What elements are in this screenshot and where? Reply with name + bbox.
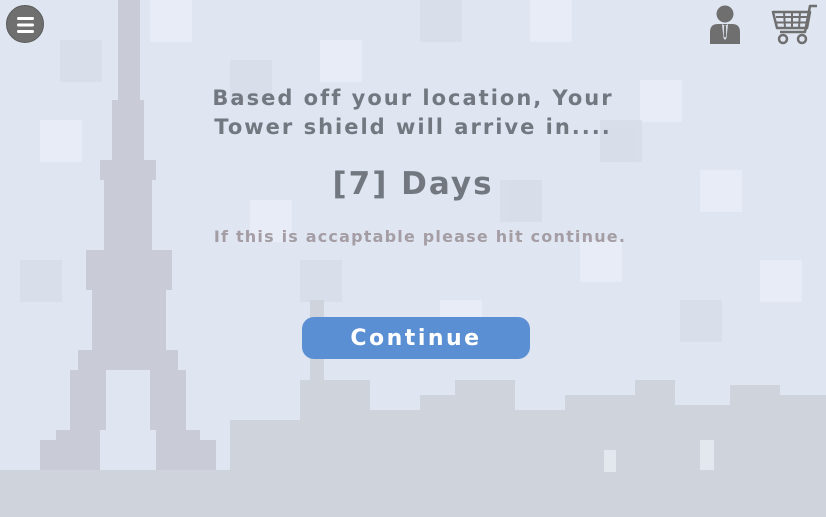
account-button[interactable] [709, 4, 741, 44]
menu-button[interactable] [6, 5, 44, 43]
cart-button[interactable] [770, 4, 818, 46]
user-account-icon [710, 5, 740, 44]
delivery-time: [7] Days [332, 166, 494, 202]
continue-button[interactable]: Continue [302, 317, 530, 359]
hamburger-menu-icon [17, 17, 34, 33]
paris-skyline-background [0, 0, 826, 517]
delivery-headline: Based off your location, Your Tower shie… [212, 86, 614, 139]
shopping-cart-icon [771, 4, 817, 45]
confirm-note: If this is accaptable please hit continu… [213, 227, 627, 246]
